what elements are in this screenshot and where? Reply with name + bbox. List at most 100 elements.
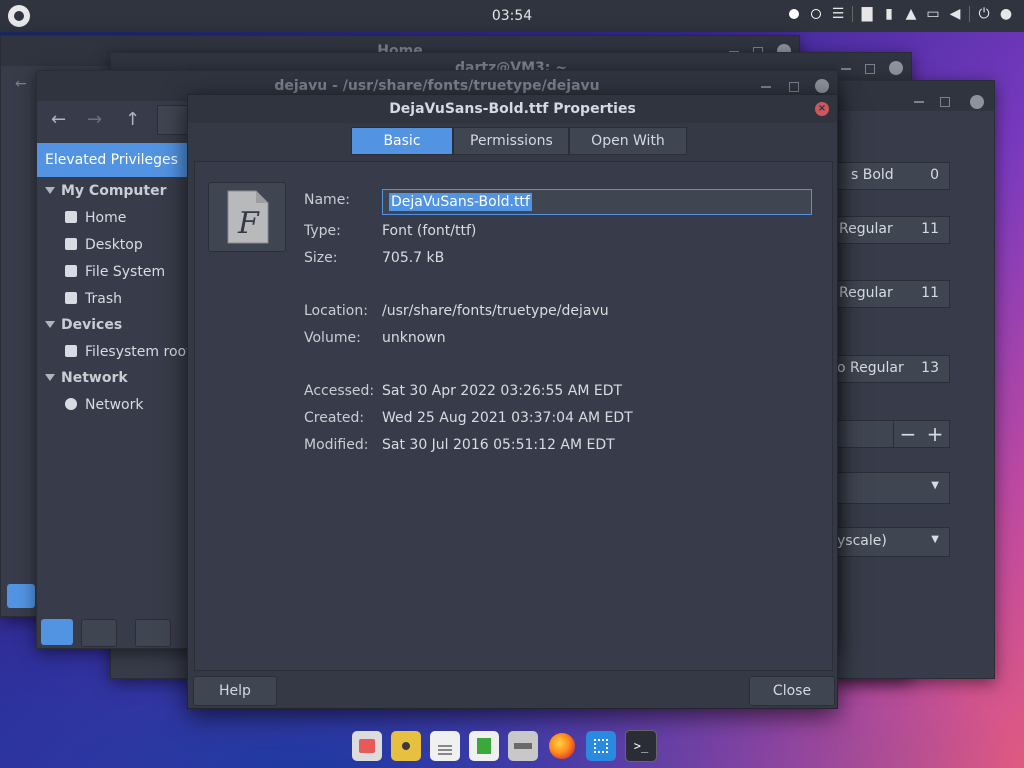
- minimize-icon[interactable]: [841, 68, 851, 70]
- text-editor-icon[interactable]: [430, 731, 460, 761]
- minimize-icon[interactable]: [761, 86, 771, 88]
- power-icon[interactable]: ⏻: [976, 6, 992, 22]
- volume-value: unknown: [382, 330, 446, 346]
- system-tray: ☰ ▇ ▮ ▲ ▭ ◀ ⏻ ●: [786, 6, 1014, 22]
- screen-icon[interactable]: ▭: [925, 6, 941, 22]
- sidebar-header-my-computer[interactable]: My Computer: [45, 178, 167, 204]
- close-button[interactable]: Close: [749, 676, 835, 706]
- notifications-bell-icon[interactable]: ●: [998, 6, 1014, 22]
- font-row[interactable]: o Regular 13: [836, 355, 950, 383]
- font-row-label: o Regular: [837, 360, 904, 376]
- type-label: Type:: [304, 223, 341, 239]
- modified-value: Sat 30 Jul 2016 05:51:12 AM EDT: [382, 437, 615, 453]
- sidebar-item-file-system[interactable]: File System: [65, 259, 165, 285]
- font-row-label: s Bold: [851, 167, 894, 183]
- chevron-down-icon: ▼: [931, 534, 939, 545]
- close-icon[interactable]: [970, 95, 984, 109]
- accessed-value: Sat 30 Apr 2022 03:26:55 AM EDT: [382, 383, 623, 399]
- sidebar-item-label: File System: [85, 264, 166, 280]
- font-row-size: 13: [921, 360, 939, 376]
- show-places-button[interactable]: [41, 619, 73, 645]
- sidebar-item-home[interactable]: Home: [65, 205, 126, 231]
- font-row-size: 0: [930, 167, 939, 183]
- minus-button[interactable]: −: [893, 421, 922, 447]
- sidebar-item-label: Trash: [85, 291, 122, 307]
- forward-icon[interactable]: →: [87, 109, 102, 130]
- sidebar-item-label: Desktop: [85, 237, 143, 253]
- font-row-label: Regular: [839, 221, 893, 237]
- close-icon[interactable]: [815, 79, 829, 93]
- terminal-icon[interactable]: >_: [625, 730, 657, 762]
- back-icon[interactable]: ←: [51, 109, 66, 130]
- plus-button[interactable]: +: [921, 421, 949, 447]
- created-label: Created:: [304, 410, 365, 426]
- expand-triangle-icon: [45, 374, 55, 381]
- font-row-size: 11: [921, 285, 939, 301]
- notification-icon[interactable]: ▲: [903, 6, 919, 22]
- sidebar-item-label: Network: [85, 397, 144, 413]
- maximize-icon[interactable]: [940, 97, 950, 107]
- properties-dialog[interactable]: DejaVuSans-Bold.ttf Properties × Basic P…: [187, 94, 838, 709]
- software-store-icon[interactable]: [352, 731, 382, 761]
- trash-icon: [65, 292, 77, 304]
- home-sidebar-folder-button[interactable]: [7, 584, 35, 608]
- help-button[interactable]: Help: [193, 676, 277, 706]
- top-panel: 03:54 ☰ ▇ ▮ ▲ ▭ ◀ ⏻ ●: [0, 0, 1024, 32]
- sidebar-item-filesystem-root[interactable]: Filesystem root: [65, 339, 192, 365]
- archive-manager-icon[interactable]: [508, 731, 538, 761]
- spin-box[interactable]: − +: [836, 420, 950, 448]
- music-player-icon[interactable]: [391, 731, 421, 761]
- sidebar-header-label: My Computer: [61, 183, 167, 199]
- lock-icon[interactable]: ▮: [881, 6, 897, 22]
- combo-box[interactable]: ▼: [836, 472, 950, 504]
- spreadsheet-icon[interactable]: [469, 731, 499, 761]
- font-row[interactable]: s Bold 0: [836, 162, 950, 190]
- size-value: 705.7 kB: [382, 250, 445, 266]
- expand-triangle-icon: [45, 321, 55, 328]
- font-row-size: 11: [921, 221, 939, 237]
- combo-box-2-value: yscale): [837, 533, 887, 549]
- sidebar-item-network[interactable]: Network: [65, 392, 143, 418]
- hamburger-icon[interactable]: ☰: [830, 6, 846, 22]
- name-input[interactable]: DejaVuSans-Bold.ttf: [382, 189, 812, 215]
- volume-icon[interactable]: ◀: [947, 6, 963, 22]
- sidebar-header-network[interactable]: Network: [45, 365, 128, 391]
- combo-box-2[interactable]: yscale) ▼: [836, 527, 950, 557]
- font-row-label: Regular: [839, 285, 893, 301]
- close-icon[interactable]: [889, 61, 903, 75]
- maximize-icon[interactable]: [789, 82, 799, 92]
- sidebar-item-trash[interactable]: Trash: [65, 286, 122, 312]
- drive-icon: [65, 345, 77, 357]
- path-left-button[interactable]: [157, 105, 189, 135]
- maximize-icon[interactable]: [865, 64, 875, 74]
- sidebar-item-label: Filesystem root: [85, 344, 192, 360]
- tab-open-with[interactable]: Open With: [569, 127, 687, 155]
- tab-basic[interactable]: Basic: [351, 127, 453, 155]
- volume-label: Volume:: [304, 330, 361, 346]
- app-launcher-icon[interactable]: [586, 731, 616, 761]
- modified-label: Modified:: [304, 437, 369, 453]
- sidebar-item-desktop[interactable]: Desktop: [65, 232, 143, 258]
- basic-panel: F Name: DejaVuSans-Bold.ttf Type: Font (…: [194, 161, 833, 671]
- drive-icon: [65, 265, 77, 277]
- accessed-label: Accessed:: [304, 383, 375, 399]
- close-icon[interactable]: ×: [815, 102, 829, 116]
- location-label: Location:: [304, 303, 368, 319]
- show-tree-button[interactable]: [81, 619, 117, 647]
- workspace-indicator-2-icon[interactable]: [808, 6, 824, 22]
- font-row[interactable]: Regular 11: [836, 280, 950, 308]
- home-back-icon[interactable]: ←: [15, 76, 27, 92]
- toggle-sidebar-button[interactable]: [135, 619, 171, 647]
- folder-icon[interactable]: ▇: [859, 6, 875, 22]
- sidebar-header-devices[interactable]: Devices: [45, 312, 122, 338]
- font-file-icon: F: [208, 182, 286, 252]
- minimize-icon[interactable]: [914, 101, 924, 103]
- workspace-indicator-icon[interactable]: [786, 6, 802, 22]
- font-viewer-window[interactable]: s Bold 0 Regular 11 Regular 11 o Regular…: [836, 80, 995, 679]
- firefox-icon[interactable]: [547, 731, 577, 761]
- tab-permissions[interactable]: Permissions: [453, 127, 569, 155]
- expand-triangle-icon: [45, 187, 55, 194]
- font-row[interactable]: Regular 11: [836, 216, 950, 244]
- sidebar-item-label: Home: [85, 210, 127, 226]
- up-icon[interactable]: ↑: [125, 109, 140, 130]
